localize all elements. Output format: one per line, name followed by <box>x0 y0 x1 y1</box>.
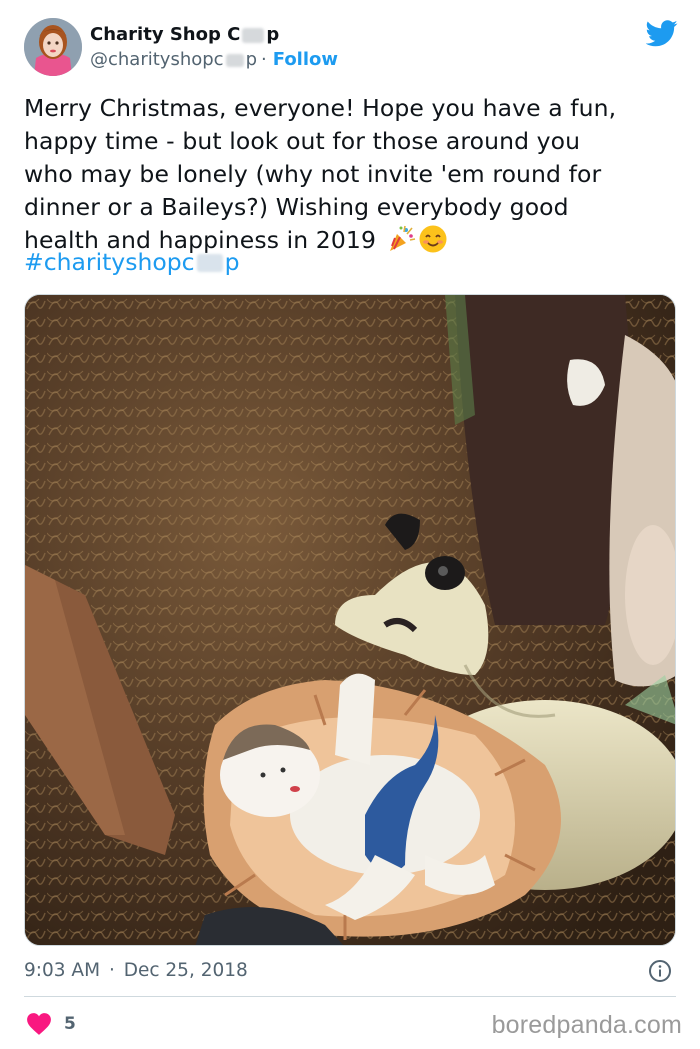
nativity-scene-image <box>25 295 675 945</box>
like-button[interactable]: 5 <box>24 1010 76 1038</box>
hashtag-link[interactable]: #charityshopc p <box>24 246 240 279</box>
divider <box>24 996 676 997</box>
handle-end[interactable]: p <box>246 47 257 73</box>
redacted-blur <box>196 253 223 272</box>
avatar-doll-image <box>24 18 82 76</box>
display-name-start: Charity Shop C <box>90 24 241 45</box>
follow-link[interactable]: Follow <box>273 47 338 73</box>
tweet-time[interactable]: 9:03 AM <box>24 960 100 981</box>
tweet-date[interactable]: Dec 25, 2018 <box>124 960 248 981</box>
handle-start[interactable]: @charityshopc <box>90 47 224 73</box>
tweet-line: happy time - but look out for those arou… <box>24 127 581 155</box>
tweet-line: who may be lonely (why not invite 'em ro… <box>24 160 602 188</box>
tweet-line: Merry Christmas, everyone! Hope you have… <box>24 94 617 122</box>
redacted-blur <box>225 53 244 67</box>
info-icon[interactable] <box>648 959 672 983</box>
tweet-photo[interactable] <box>24 294 676 946</box>
smiling-face-icon <box>419 225 447 253</box>
watermark: boredpanda.com <box>491 1011 682 1039</box>
tweet-line: dinner or a Baileys?) Wishing everybody … <box>24 193 569 221</box>
tweet-header: Charity Shop Cp @charityshopc p · Follow <box>24 18 680 80</box>
tweet-text: Merry Christmas, everyone! Hope you have… <box>24 92 680 257</box>
display-name[interactable]: Charity Shop C p <box>90 23 338 47</box>
twitter-bird-icon[interactable] <box>646 20 678 47</box>
display-name-end: p <box>266 24 280 45</box>
hashtag-end: p <box>224 248 240 276</box>
avatar[interactable] <box>24 18 82 76</box>
handle-line: @charityshopc p · Follow <box>90 47 338 73</box>
party-popper-icon <box>389 225 415 251</box>
tweet-meta: 9:03 AM · Dec 25, 2018 <box>24 956 676 986</box>
redacted-blur <box>242 27 265 43</box>
hashtag-start: #charityshopc <box>24 248 195 276</box>
heart-icon <box>27 1013 51 1035</box>
separator-dot: · <box>261 49 267 70</box>
separator-dot: · <box>108 960 115 981</box>
like-count: 5 <box>64 1014 76 1034</box>
